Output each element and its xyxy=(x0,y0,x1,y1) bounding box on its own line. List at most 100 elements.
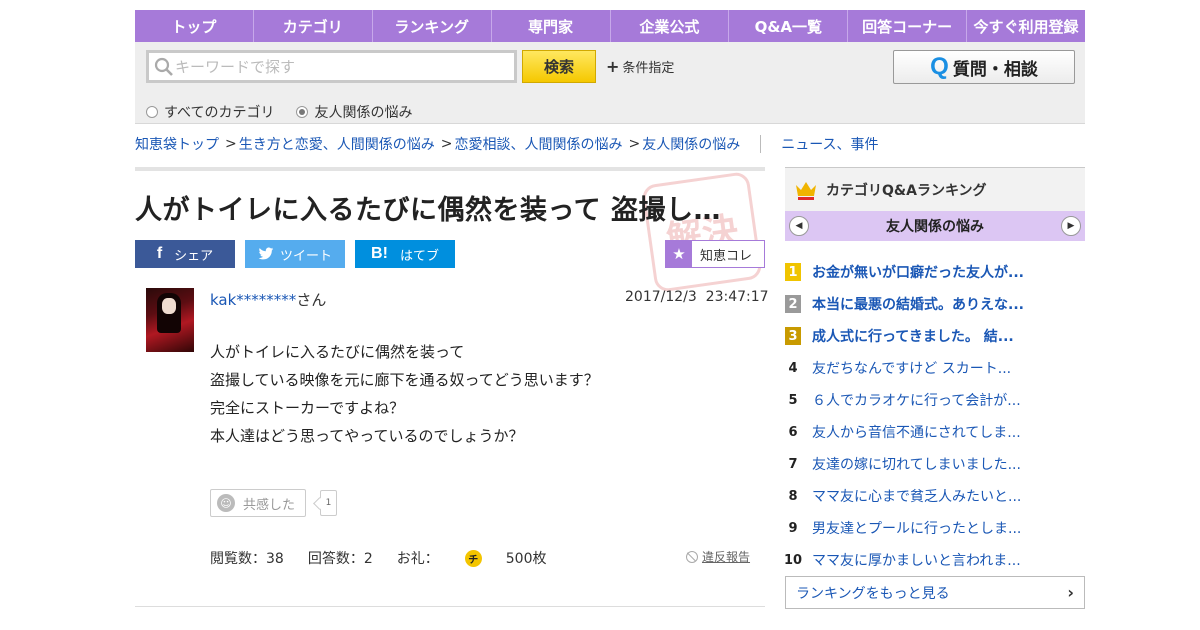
question-line: 完全にストーカーですよね？ xyxy=(210,399,405,417)
question-body: 人がトイレに入るたびに偶然を装って 盗撮している映像を元に廊下を通る奴ってどう思… xyxy=(210,338,599,450)
ranking-item[interactable]: 1 お金が無いが口癖だった友人が... xyxy=(785,256,1085,288)
search-icon xyxy=(154,57,173,76)
ranking-item[interactable]: 5 ６人でカラオケに行って会計が... xyxy=(785,384,1085,416)
ask-question-button[interactable]: Q 質問・相談 xyxy=(893,50,1075,84)
search-condition-link[interactable]: + 条件指定 xyxy=(606,57,674,76)
twitter-share-button[interactable]: ツイート xyxy=(245,240,345,268)
breadcrumb-link[interactable]: 友人関係の悩み xyxy=(642,134,740,154)
radio-on-icon xyxy=(296,106,309,118)
report-link[interactable]: 違反報告 xyxy=(686,548,750,565)
reward-value: 500枚 xyxy=(505,551,547,567)
facebook-icon: f xyxy=(156,245,163,262)
scope-current-label: 友人関係の悩み xyxy=(314,105,413,121)
nav-qa-list[interactable]: Q&A一覧 xyxy=(729,10,849,42)
avatar[interactable] xyxy=(146,288,194,352)
rank-number: 2 xyxy=(785,295,801,313)
smile-icon: ☺ xyxy=(217,494,235,512)
ranking-link[interactable]: 友人から音信不通にされてしま... xyxy=(812,422,1021,442)
search-button[interactable]: 検索 xyxy=(522,50,596,83)
divider xyxy=(135,167,765,171)
view-count: 閲覧数：38 xyxy=(210,551,284,567)
ranking-link[interactable]: ６人でカラオケに行って会計が... xyxy=(812,390,1021,410)
nav-answer-corner[interactable]: 回答コーナー xyxy=(848,10,968,42)
q-icon: Q xyxy=(930,53,949,80)
reward-label: お礼： xyxy=(396,551,439,567)
twitter-icon xyxy=(258,247,274,260)
ranking-item[interactable]: 10 ママ友に厚かましいと言われま... xyxy=(783,544,1085,576)
ranking-item[interactable]: 9 男友達とプールに行ったとしま... xyxy=(785,512,1085,544)
ranking-link[interactable]: 友達の嫁に切れてしまいました... xyxy=(812,454,1021,474)
question-line: 盗撮している映像を元に廊下を通る奴ってどう思います？ xyxy=(210,371,599,389)
nav-ranking[interactable]: ランキング xyxy=(373,10,492,42)
question-title: 人がトイレに入るたびに偶然を装って 盗撮し… xyxy=(135,195,722,226)
global-nav: トップ カテゴリ ランキング 専門家 企業公式 Q&A一覧 回答コーナー 今すぐ… xyxy=(135,10,1085,42)
search-area: 検索 + 条件指定 すべてのカテゴリ 友人関係の悩み Q 質問・相談 xyxy=(135,42,1085,124)
question-line: 人がトイレに入るたびに偶然を装って xyxy=(210,343,465,361)
star-icon: ★ xyxy=(666,241,692,267)
hatena-icon: B! xyxy=(371,245,388,262)
divider xyxy=(135,606,765,607)
nav-top[interactable]: トップ xyxy=(135,10,254,42)
ranking-link[interactable]: ママ友に心まで貧乏人みたいと... xyxy=(812,486,1021,506)
radio-off-icon xyxy=(146,106,158,118)
reward: お礼： チ 500枚 xyxy=(397,548,571,568)
empathy-button[interactable]: ☺ 共感した xyxy=(210,489,306,517)
hatena-share-label: はてブ xyxy=(399,248,439,264)
prohibited-icon xyxy=(686,550,698,563)
category-ranking: カテゴリQ&Aランキング ◀ 友人関係の悩み ▶ 1 お金が無いが口癖だった友人が… xyxy=(783,167,1085,609)
empathy-label: 共感した xyxy=(243,497,296,513)
ranking-link[interactable]: 本当に最悪の結婚式。ありえな... xyxy=(812,294,1024,314)
search-condition-label: 条件指定 xyxy=(622,61,675,76)
breadcrumb-separator: > xyxy=(628,136,641,152)
search-box xyxy=(146,50,517,83)
ranking-more-label: ランキングをもっと見る xyxy=(796,585,950,602)
chiekore-button[interactable]: ★ 知恵コレ xyxy=(665,240,765,268)
ranking-link[interactable]: お金が無いが口癖だった友人が... xyxy=(812,262,1024,282)
ranking-list: 1 お金が無いが口癖だった友人が... 2 本当に最悪の結婚式。ありえな... 3成… xyxy=(783,256,1085,576)
nav-register[interactable]: 今すぐ利用登録 xyxy=(967,10,1085,42)
ranking-item[interactable]: 3 成人式に行ってきました。 結... xyxy=(785,320,1085,352)
ranking-category: 友人関係の悩み xyxy=(886,219,984,235)
next-arrow-icon[interactable]: ▶ xyxy=(1061,216,1081,236)
scope-all-radio[interactable]: すべてのカテゴリ xyxy=(146,102,274,122)
ranking-more-link[interactable]: ランキングをもっと見る › xyxy=(785,576,1085,609)
breadcrumb-link[interactable]: 知恵袋トップ xyxy=(135,134,219,154)
ranking-link[interactable]: 男友達とプールに行ったとしま... xyxy=(812,518,1021,538)
ranking-link[interactable]: 成人式に行ってきました。 結... xyxy=(812,326,1014,346)
ranking-item[interactable]: 6 友人から音信不通にされてしま... xyxy=(785,416,1085,448)
breadcrumb-link[interactable]: 生き方と恋愛、人間関係の悩み xyxy=(239,134,435,154)
chiekore-label: 知恵コレ xyxy=(700,248,753,264)
ranking-title: カテゴリQ&Aランキング xyxy=(826,182,987,199)
plus-icon: + xyxy=(606,57,620,76)
empathy-count: 1 xyxy=(320,490,337,516)
breadcrumb-separator: > xyxy=(440,136,453,152)
prev-arrow-icon[interactable]: ◀ xyxy=(789,216,809,236)
scope-current-radio[interactable]: 友人関係の悩み xyxy=(296,102,412,122)
ranking-category-bar: ◀ 友人関係の悩み ▶ xyxy=(785,211,1085,241)
ranking-link[interactable]: ママ友に厚かましいと言われま... xyxy=(812,550,1021,570)
facebook-share-button[interactable]: f シェア xyxy=(135,240,235,268)
avatar-face xyxy=(162,298,176,314)
rank-number: 1 xyxy=(785,263,801,281)
related-news-link[interactable]: ニュース、事件 xyxy=(781,134,878,154)
question-date: 2017/12/3 23:47:17 xyxy=(625,289,769,305)
answer-count: 回答数：2 xyxy=(307,551,373,567)
nav-category[interactable]: カテゴリ xyxy=(254,10,373,42)
ranking-item[interactable]: 2 本当に最悪の結婚式。ありえな... xyxy=(785,288,1085,320)
search-scope: すべてのカテゴリ 友人関係の悩み xyxy=(146,102,434,122)
breadcrumb-separator: > xyxy=(225,136,237,152)
ranking-item[interactable]: 8 ママ友に心まで貧乏人みたいと... xyxy=(785,480,1085,512)
nav-experts[interactable]: 専門家 xyxy=(492,10,611,42)
nav-official[interactable]: 企業公式 xyxy=(611,10,730,42)
author-link[interactable]: kak******** xyxy=(210,291,296,309)
search-input[interactable] xyxy=(175,57,514,76)
ranking-item[interactable]: 7 友達の嫁に切れてしまいました... xyxy=(785,448,1085,480)
rank-number: 10 xyxy=(783,552,803,568)
question-stats: 閲覧数：38 回答数：2 お礼： チ 500枚 xyxy=(210,548,594,568)
hatena-share-button[interactable]: B! はてブ xyxy=(355,240,455,268)
crown-icon xyxy=(796,181,816,200)
breadcrumb-link[interactable]: 恋愛相談、人間関係の悩み xyxy=(454,134,622,154)
ranking-item[interactable]: 4 友だちなんですけど スカート... xyxy=(785,352,1085,384)
ranking-link[interactable]: 友だちなんですけど スカート... xyxy=(812,358,1011,378)
ranking-header: カテゴリQ&Aランキング xyxy=(785,167,1085,211)
